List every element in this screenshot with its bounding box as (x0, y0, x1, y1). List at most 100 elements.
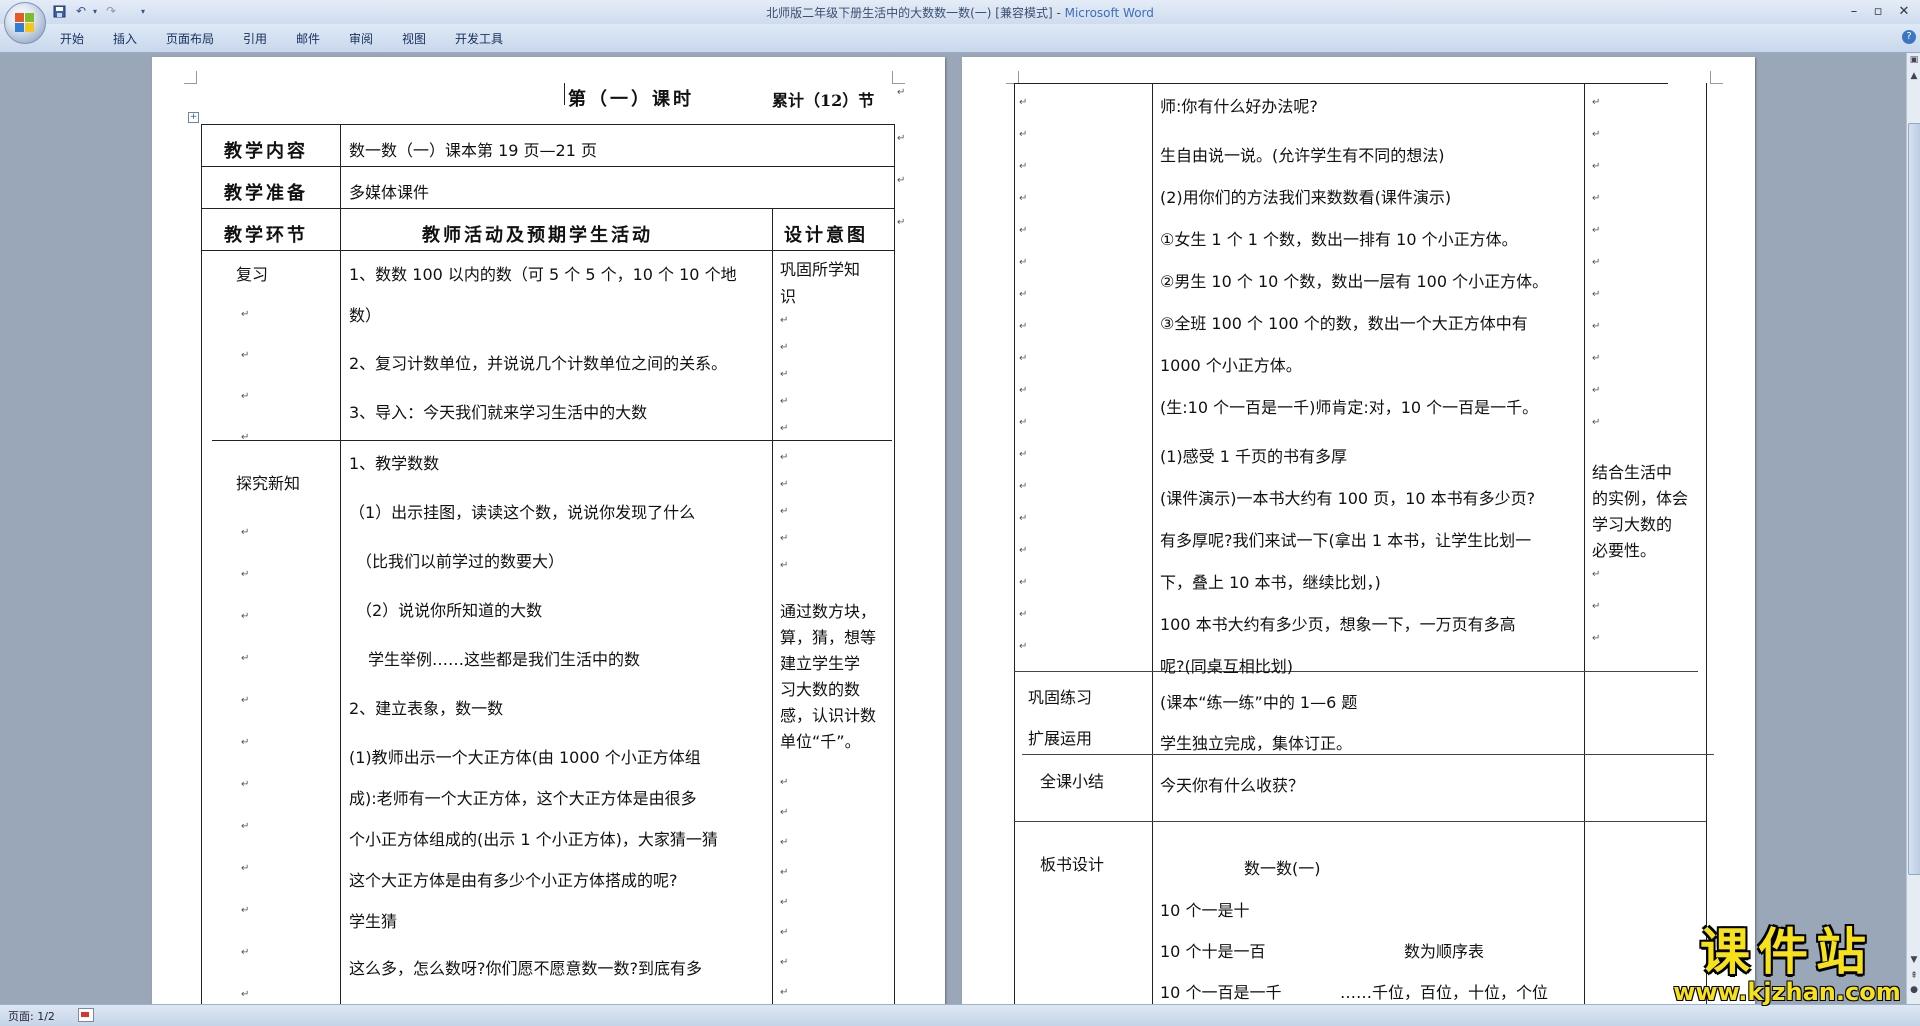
table-line (1022, 754, 1714, 755)
scroll-thumb[interactable] (1908, 123, 1920, 875)
crop-mark (892, 71, 905, 84)
activity-line: 1000 个小正方体。 (1160, 356, 1302, 375)
table-move-handle-icon[interactable]: + (188, 112, 199, 123)
tab-mailings[interactable]: 邮件 (296, 30, 320, 47)
paragraph-mark: ↵ (780, 807, 789, 818)
explore-intent: 通过数方块， (780, 602, 877, 621)
label-teaching-prep: 教学准备 (224, 183, 308, 204)
page-2[interactable]: 师:你有什么好办法呢? 生自由说一说。(允许学生有不同的想法) (2)用你们的方… (962, 57, 1755, 1004)
minimize-icon[interactable]: – (1842, 2, 1866, 20)
watermark-url: www.kjzhan.com (1673, 978, 1901, 1006)
tab-developer[interactable]: 开发工具 (455, 30, 503, 47)
tab-home[interactable]: 开始 (60, 30, 84, 47)
review-intent: 巩固所学知 (780, 260, 861, 279)
paragraph-mark: ↵ (241, 611, 250, 622)
paragraph-mark: ↵ (241, 309, 250, 320)
paragraph-mark: ↵ (897, 217, 906, 228)
paragraph-mark: ↵ (1019, 417, 1028, 428)
tab-insert[interactable]: 插入 (113, 30, 137, 47)
paragraph-mark: ↵ (1019, 289, 1028, 300)
explore-line: (1)教师出示一个大正方体(由 1000 个小正方体组 (349, 748, 701, 767)
paragraph-mark: ↵ (1592, 385, 1601, 396)
page-counter[interactable]: 页面: 1/2 (8, 1008, 55, 1024)
watermark-logo-text: 课件站 (1700, 923, 1874, 981)
tab-references[interactable]: 引用 (243, 30, 267, 47)
scroll-up-icon[interactable]: ▲ (1908, 69, 1920, 83)
teaching-prep-value: 多媒体课件 (349, 183, 430, 202)
practice-line: 学生独立完成，集体订正。 (1160, 734, 1353, 753)
paragraph-mark: ↵ (780, 342, 789, 353)
board-line: 10 个一百是一千 (1160, 983, 1282, 1002)
paragraph-mark: ↵ (1592, 193, 1601, 204)
office-button[interactable] (4, 2, 46, 44)
help-icon[interactable]: ? (1902, 30, 1916, 44)
activity-intent: 结合生活中 (1592, 463, 1673, 482)
table-line (1014, 83, 1015, 1004)
tab-review[interactable]: 审阅 (349, 30, 373, 47)
activity-line: 师:你有什么好办法呢? (1160, 97, 1318, 116)
paragraph-mark: ↵ (780, 423, 789, 434)
page-1[interactable]: + 第（一）课时 累计（12）节 ↵ 教学内容 数一数（一）课本第 19 页—2… (152, 57, 945, 1004)
explore-line: 学生猜 (349, 912, 398, 931)
crop-mark (1710, 71, 1723, 84)
practice-line: (课本“练一练”中的 1—6 题 (1160, 693, 1358, 712)
activity-line: ①女生 1 个 1 个数，数出一排有 10 个小正方体。 (1160, 230, 1518, 249)
explore-line: 个小正方体组成的(出示 1 个小正方体)，大家猜一猜 (349, 830, 718, 849)
paragraph-mark: ↵ (241, 653, 250, 664)
close-icon[interactable]: ✕ (1892, 2, 1916, 20)
title-bar: ↶ ▾ ↷ ▾ 北师版二年级下册生活中的大数数一数(一) [兼容模式] - Mi… (0, 0, 1920, 25)
ruler-toggle-icon[interactable]: ▣ (1908, 53, 1920, 67)
tab-page-layout[interactable]: 页面布局 (166, 30, 214, 47)
label-teaching-content: 教学内容 (224, 141, 308, 162)
activity-intent: 必要性。 (1592, 541, 1657, 560)
summary-line: 今天你有什么收获？ (1160, 776, 1305, 795)
maximize-icon[interactable]: ▫ (1866, 2, 1890, 20)
proofing-icon[interactable] (78, 1008, 94, 1022)
activity-line: 下，叠上 10 本书，继续比划，) (1160, 573, 1381, 592)
paragraph-mark: ↵ (241, 989, 250, 1000)
review-line: 数） (349, 306, 382, 325)
paragraph-mark: ↵ (1592, 289, 1601, 300)
table-line (894, 124, 895, 1004)
application-name: Microsoft Word (1064, 6, 1154, 20)
explore-line: 成):老师有一个大正方体，这个大正方体是由很多 (349, 789, 697, 808)
table-line (1014, 83, 1668, 84)
table-line (201, 124, 894, 125)
paragraph-mark: ↵ (780, 837, 789, 848)
activity-intent: 学习大数的 (1592, 515, 1673, 534)
paragraph-mark: ↵ (1019, 481, 1028, 492)
paragraph-mark: ↵ (897, 87, 906, 98)
paragraph-mark: ↵ (1019, 353, 1028, 364)
paragraph-mark: ↵ (1592, 161, 1601, 172)
activity-line: 100 本书大约有多少页，想象一下，一万页有多高 (1160, 615, 1516, 634)
paragraph-mark: ↵ (780, 987, 789, 998)
paragraph-mark: ↵ (241, 947, 250, 958)
activity-line: (1)感受 1 千页的书有多厚 (1160, 447, 1348, 466)
explore-intent: 单位“千”。 (780, 732, 861, 751)
paragraph-mark: ↵ (1592, 129, 1601, 140)
paragraph-mark: ↵ (1019, 321, 1028, 332)
activity-line: (生:10 个一百是一千)师肯定:对，10 个一百是一千。 (1160, 398, 1539, 417)
ribbon-tabs: 开始 插入 页面布局 引用 邮件 审阅 视图 开发工具 ? (0, 24, 1920, 53)
table-line (1706, 83, 1707, 1004)
table-line (1014, 671, 1698, 672)
window-title: 北师版二年级下册生活中的大数数一数(一) [兼容模式] - Microsoft … (0, 4, 1920, 21)
stage-explore: 探究新知 (236, 474, 301, 493)
paragraph-mark: ↵ (780, 927, 789, 938)
paragraph-mark: ↵ (241, 821, 250, 832)
review-line: 2、复习计数单位，并说说几个计数单位之间的关系。 (349, 354, 728, 373)
teaching-content-value: 数一数（一）课本第 19 页—21 页 (349, 141, 597, 160)
table-line (201, 250, 894, 251)
paragraph-mark: ↵ (1019, 129, 1028, 140)
vertical-scrollbar[interactable]: ▣ ▲ ▼ ⇞ ● (1906, 53, 1920, 1004)
col-header-stage: 教学环节 (224, 225, 308, 246)
table-line (1014, 821, 1706, 822)
explore-line: 2、建立表象，数一数 (349, 699, 504, 718)
paragraph-mark: ↵ (1019, 97, 1028, 108)
tab-view[interactable]: 视图 (402, 30, 426, 47)
paragraph-mark: ↵ (780, 506, 789, 517)
col-header-intent: 设计意图 (784, 225, 868, 246)
paragraph-mark: ↵ (780, 479, 789, 490)
table-line (1584, 83, 1585, 1004)
board-note: 数为顺序表 (1404, 942, 1485, 961)
